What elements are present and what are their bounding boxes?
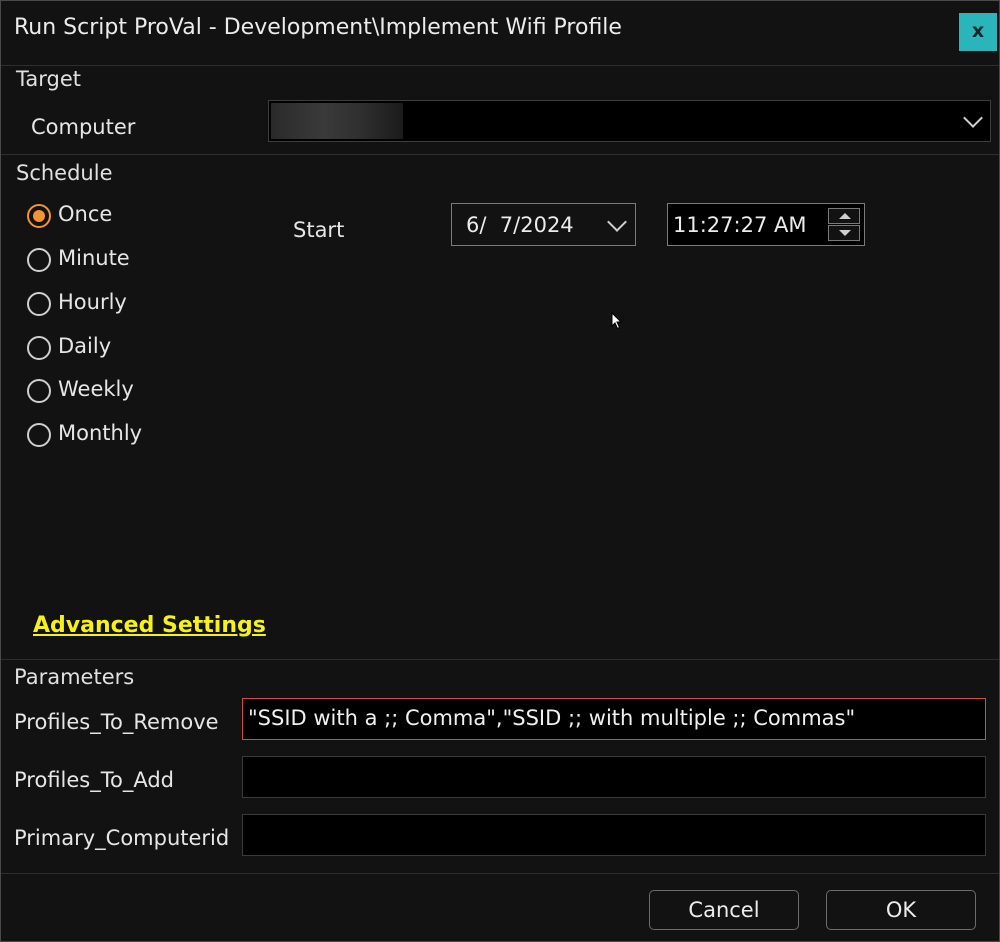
radio-icon [27, 423, 51, 447]
redacted-computer-name [271, 103, 403, 139]
radio-icon [27, 292, 51, 316]
radio-label: Once [58, 202, 113, 226]
primary-computerid-label: Primary_Computerid [14, 826, 230, 850]
profiles-to-add-label: Profiles_To_Add [14, 768, 175, 792]
profiles-to-remove-input[interactable]: "SSID with a ;; Comma","SSID ;; with mul… [242, 698, 986, 740]
start-label: Start [293, 218, 345, 242]
chevron-down-icon[interactable] [607, 212, 627, 232]
input-value: "SSID with a ;; Comma","SSID ;; with mul… [248, 706, 856, 730]
arrow-up-icon [839, 213, 851, 219]
computer-select[interactable] [268, 100, 991, 142]
ok-button[interactable]: OK [826, 890, 976, 930]
radio-label: Hourly [58, 290, 127, 314]
divider [1, 659, 999, 660]
time-value: 11:27:27 AM [673, 213, 807, 237]
chevron-down-icon [963, 108, 983, 128]
profiles-to-remove-label: Profiles_To_Remove [14, 710, 219, 734]
run-script-dialog: Run Script ProVal - Development\Implemen… [0, 0, 1000, 942]
start-date-picker[interactable]: 6/ 7/2024 [451, 203, 636, 246]
primary-computerid-input[interactable] [242, 814, 986, 856]
divider [1, 873, 999, 874]
radio-selected-icon [27, 204, 51, 228]
window-title: Run Script ProVal - Development\Implemen… [14, 15, 622, 40]
cancel-button[interactable]: Cancel [649, 890, 799, 930]
advanced-settings-link[interactable]: Advanced Settings [33, 613, 266, 638]
arrow-down-icon [839, 230, 851, 236]
time-spinner[interactable] [828, 208, 860, 241]
start-time-input[interactable]: 11:27:27 AM [667, 203, 865, 246]
date-value: 6/ 7/2024 [466, 213, 574, 237]
radio-icon [27, 336, 51, 360]
spin-down-button[interactable] [828, 225, 860, 241]
schedule-section-label: Schedule [16, 161, 113, 185]
profiles-to-add-input[interactable] [242, 756, 986, 798]
parameters-section-label: Parameters [14, 665, 135, 689]
radio-icon [27, 379, 51, 403]
divider [1, 65, 999, 66]
computer-label: Computer [31, 115, 136, 139]
radio-label: Weekly [58, 377, 134, 401]
radio-label: Daily [58, 334, 112, 358]
close-button[interactable]: x [959, 13, 997, 51]
spin-up-button[interactable] [828, 208, 860, 224]
title-bar: Run Script ProVal - Development\Implemen… [1, 1, 999, 59]
divider [1, 154, 999, 155]
radio-label: Minute [58, 246, 130, 270]
radio-label: Monthly [58, 421, 143, 445]
target-section-label: Target [16, 67, 81, 91]
radio-icon [27, 248, 51, 272]
mouse-cursor-icon [611, 312, 623, 330]
